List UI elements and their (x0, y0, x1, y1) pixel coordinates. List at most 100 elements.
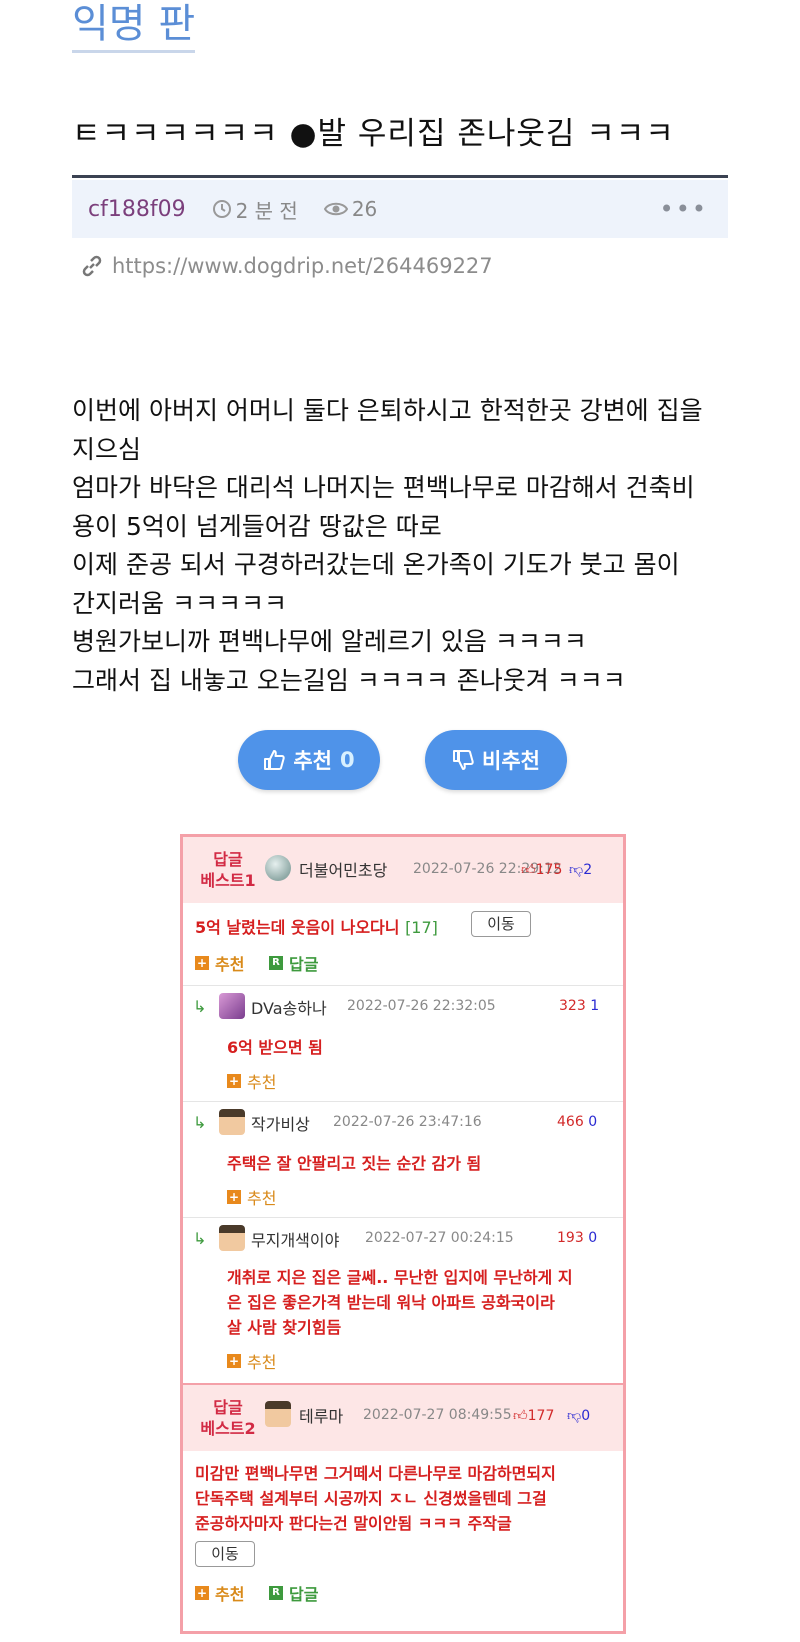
plus-icon: + (227, 1190, 241, 1204)
best-label-line2: 베스트1 (200, 871, 256, 890)
comment-downvote-count: 0 (581, 1408, 591, 1424)
board-title[interactable]: 익명 판 (72, 0, 196, 53)
reply-icon: R (269, 1586, 283, 1600)
thumbs-down-icon: 👎︎ (569, 862, 584, 878)
comment-body: 미감만 편백나무면 그거떼서 다른나무로 마감하면되지 단독주택 설계부터 시공… (195, 1461, 620, 1536)
avatar[interactable] (265, 1401, 291, 1427)
best-comment-header: 답글 베스트2 테루마 2022-07-27 08:49:55 👍︎177 👎︎… (183, 1383, 623, 1451)
comment-nick[interactable]: DVa송하나 (251, 995, 327, 1019)
thumbs-down-icon (453, 750, 474, 770)
recommend-button[interactable]: + 추천 (227, 1349, 276, 1373)
eye-icon (323, 202, 348, 216)
reply-arrow-icon: ↳ (193, 997, 207, 1016)
title-divider (72, 175, 728, 178)
comment-votes: 193 0 (557, 1230, 597, 1246)
comment-downvote-count: 0 (588, 1114, 598, 1130)
reply-icon: R (269, 956, 283, 970)
avatar[interactable] (219, 993, 245, 1019)
reply-button[interactable]: R 답글 (269, 1581, 318, 1605)
post-body-line: 간지러움 ㅋㅋㅋㅋㅋ (72, 588, 287, 618)
post-body-line: 지으심 (72, 434, 142, 464)
comment-nick[interactable]: 무지개색이야 (251, 1227, 339, 1251)
comment-nick[interactable]: 테루마 (299, 1403, 343, 1427)
post-link[interactable]: https://www.dogdrip.net/264469227 (80, 254, 493, 278)
thumbs-up-icon: 👍︎ (513, 1408, 528, 1424)
avatar[interactable] (265, 855, 291, 881)
thumbs-down-icon: 👎︎ (567, 1408, 582, 1424)
post-views-count: 26 (351, 197, 378, 221)
recommend-button[interactable]: + 추천 (227, 1069, 276, 1093)
comment-body: 5억 날렸는데 웃음이 나오다니 (195, 918, 400, 937)
move-button[interactable]: 이동 (471, 911, 531, 937)
post-body: 이번에 아버지 어머니 둘다 은퇴하시고 한적한곳 강변에 집을 지으심 엄마가… (72, 392, 752, 700)
author-name[interactable]: cf188f09 (88, 197, 186, 222)
comment-date: 2022-07-26 22:32:05 (347, 998, 496, 1014)
comment-line: 은 집은 좋은가격 받는데 워낙 아파트 공화국이라 (227, 1293, 555, 1312)
comment-nick[interactable]: 작가비상 (251, 1111, 310, 1135)
upvote-button[interactable]: 추천 0 (238, 730, 380, 790)
comment-downvote-count: 0 (588, 1230, 598, 1246)
recommend-label: 추천 (247, 1073, 277, 1092)
post-body-line: 엄마가 바닥은 대리석 나머지는 편백나무로 마감해서 건축비 (72, 473, 695, 502)
comment-line: 개취로 지은 집은 글쎄.. 무난한 입지에 무난하게 지 (227, 1268, 573, 1287)
comment-downvote-count: 2 (583, 862, 593, 878)
post-body-line: 병원가보니까 편백나무에 알레르기 있음 ㅋㅋㅋㅋ (72, 627, 587, 656)
comment-downvote-count: 1 (590, 998, 600, 1014)
comment-body: 개취로 지은 집은 글쎄.. 무난한 입지에 무난하게 지 은 집은 좋은가격 … (227, 1265, 622, 1340)
comment-line: 미감만 편백나무면 그거떼서 다른나무로 마감하면되지 (195, 1464, 556, 1483)
comment-line: 준공하자마자 판다는건 말이안됨 ㅋㅋㅋ 주작글 (195, 1514, 512, 1533)
avatar[interactable] (219, 1109, 245, 1135)
more-options-icon[interactable]: ••• (660, 195, 708, 223)
best-label-line2: 베스트2 (200, 1419, 256, 1438)
best-label: 답글 베스트1 (197, 849, 259, 891)
plus-icon: + (227, 1074, 241, 1088)
best-label-line1: 답글 (213, 1398, 243, 1417)
comment-downvotes[interactable]: 👎︎2 (569, 861, 592, 878)
recommend-button[interactable]: + 추천 (227, 1185, 276, 1209)
recommend-button[interactable]: + 추천 (195, 951, 244, 975)
downvote-label: 비추천 (482, 749, 540, 773)
comment-date: 2022-07-27 08:49:55 (363, 1407, 512, 1423)
best-label: 답글 베스트2 (197, 1397, 259, 1439)
post-body-line: 용이 5억이 넘게들어감 땅값은 따로 (72, 511, 442, 541)
thumbs-up-icon (264, 750, 286, 770)
upvote-count: 0 (340, 748, 355, 772)
reply-arrow-icon: ↳ (193, 1229, 207, 1248)
plus-icon: + (195, 956, 209, 970)
thumbs-up-icon: 👍︎ (521, 862, 536, 878)
comment-upvote-count: 466 (557, 1114, 584, 1130)
comment-line: 단독주택 설계부터 시공까지 ㅈㄴ 신경썼을텐데 그걸 (195, 1489, 547, 1508)
comment-votes: 323 1 (559, 998, 599, 1014)
reply-count[interactable]: [17] (405, 918, 438, 937)
recommend-label: 추천 (247, 1353, 277, 1372)
comment-date: 2022-07-26 23:47:16 (333, 1114, 482, 1130)
downvote-button[interactable]: 비추천 (425, 730, 567, 790)
avatar[interactable] (219, 1225, 245, 1251)
divider (183, 1217, 623, 1218)
comment-downvotes[interactable]: 👎︎0 (567, 1407, 590, 1424)
comment-votes: 466 0 (557, 1114, 597, 1130)
post-body-line: 그래서 집 내놓고 오는길임 ㅋㅋㅋㅋ 존나웃겨 ㅋㅋㅋ (72, 665, 626, 695)
comment-text: 5억 날렸는데 웃음이 나오다니 [17] (195, 915, 438, 940)
comment-upvotes[interactable]: 👍︎175 (521, 861, 562, 878)
post-link-url[interactable]: https://www.dogdrip.net/264469227 (112, 254, 493, 278)
comments-panel: 답글 베스트1 더불어민초당 2022-07-26 22:29:12 👍︎175… (180, 834, 626, 1634)
reply-button[interactable]: R 답글 (269, 951, 318, 975)
comment-upvotes[interactable]: 👍︎177 (513, 1407, 554, 1424)
recommend-button[interactable]: + 추천 (195, 1581, 244, 1605)
comment-upvote-count: 193 (557, 1230, 584, 1246)
post-meta-bar: cf188f09 2 분 전 26 ••• (72, 180, 728, 238)
divider (183, 1101, 623, 1102)
comment-upvote-count: 323 (559, 998, 586, 1014)
plus-icon: + (227, 1354, 241, 1368)
post-body-line: 이번에 아버지 어머니 둘다 은퇴하시고 한적한곳 강변에 집을 (72, 396, 703, 425)
comment-nick[interactable]: 더불어민초당 (299, 857, 387, 881)
link-icon (82, 255, 102, 277)
move-button[interactable]: 이동 (195, 1541, 255, 1567)
upvote-label: 추천 (293, 749, 332, 773)
comment-date: 2022-07-27 00:24:15 (365, 1230, 514, 1246)
comment-body: 주택은 잘 안팔리고 짓는 순간 감가 됨 (227, 1154, 482, 1173)
divider (183, 985, 623, 986)
recommend-label: 추천 (215, 1585, 245, 1604)
post-time: 2 분 전 (212, 195, 298, 224)
